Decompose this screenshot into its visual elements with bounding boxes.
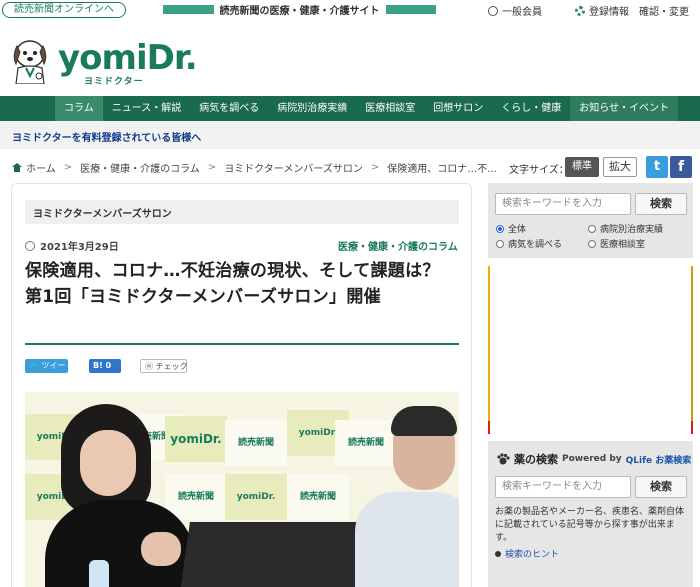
backdrop-tile: yomiDr. — [225, 474, 287, 520]
article-series-label: ヨミドクターメンバーズサロン — [33, 209, 172, 220]
site-search-input[interactable]: 検索キーワードを入力 — [495, 193, 631, 215]
powered-by-label: Powered by — [562, 454, 622, 464]
breadcrumb-salon[interactable]: ヨミドクターメンバーズサロン — [224, 160, 363, 175]
breadcrumb-column[interactable]: 医療・健康・介護のコラム — [80, 160, 200, 175]
article-photo: yomiDr. 読売新聞 yomiDr. 読売新聞 yomiDr. 読売新聞 読… — [25, 392, 459, 587]
logo-subtitle: ヨミドクター — [84, 77, 144, 87]
mixi-icon: ⓜ — [145, 362, 156, 371]
photo-man-body — [355, 492, 459, 587]
nav-salon[interactable]: 回想サロン — [424, 96, 492, 121]
text-size-label: 文字サイズ： — [509, 165, 569, 176]
radio-consultation-label: 医療相談室 — [600, 240, 646, 250]
tweet-button[interactable]: 🐦 ツイート — [25, 359, 74, 373]
check-label: チェック — [155, 362, 188, 371]
article-category-link[interactable]: 医療・健康・介護のコラム — [338, 238, 458, 253]
radio-icon — [588, 224, 596, 233]
title-divider — [25, 343, 459, 345]
photo-woman-face — [80, 430, 136, 496]
article-date-text: 2021年3月29日 — [40, 242, 119, 253]
text-size-standard-button[interactable]: 標準 — [565, 157, 599, 177]
ad-banner[interactable] — [488, 266, 693, 434]
twitter-bird-icon: 🐦 — [29, 361, 42, 370]
bullet-icon — [495, 550, 501, 557]
site-search-button[interactable]: 検索 — [635, 193, 687, 215]
nav-notices-events[interactable]: お知らせ・イベント — [570, 96, 679, 121]
tagline-text: 読売新聞の医療・健康・介護サイト — [219, 5, 380, 17]
backdrop-tile: 読売新聞 — [335, 420, 397, 466]
member-link[interactable]: 一般会員 — [488, 3, 542, 18]
home-icon — [12, 163, 22, 172]
nav-life-health[interactable]: くらし・健康 — [492, 96, 570, 121]
radio-disease-label: 病気を調べる — [508, 240, 563, 250]
text-size-large-button[interactable]: 拡大 — [603, 157, 637, 177]
breadcrumb-separator: > — [207, 162, 217, 173]
backdrop-tile: 読売新聞 — [165, 474, 227, 520]
user-icon — [488, 5, 498, 16]
article-title: 保険適用、コロナ…不妊治療の現状、そして課題は？ 第1回「ヨミドクターメンバーズ… — [25, 261, 458, 307]
radio-selected-icon — [496, 224, 504, 233]
breadcrumb-separator: > — [63, 162, 73, 173]
photo-hand — [141, 532, 181, 566]
tagline-bar-left — [163, 4, 214, 14]
tweet-label: ツイート — [41, 361, 74, 370]
nav-column[interactable]: コラム — [55, 96, 103, 121]
mixi-check-button[interactable]: ⓜ チェック — [140, 359, 188, 373]
yomiuri-online-button[interactable]: 読売新聞オンラインへ — [2, 2, 126, 18]
drug-search-heading: 薬の検索 Powered by QLife お薬検索 — [496, 451, 691, 467]
paid-members-link[interactable]: ヨミドクターを有料登録されている皆様へ — [12, 129, 201, 144]
nav-consultation[interactable]: 医療相談室 — [356, 96, 424, 121]
member-label: 一般会員 — [502, 7, 542, 18]
nav-disease[interactable]: 病気を調べる — [190, 96, 268, 121]
radio-hospital-results[interactable]: 病院別治療実績 — [588, 222, 663, 235]
drug-search-description: お薬の製品名やメーカー名、疾患名、薬剤自体に記載されている記号等から探す事が出来… — [495, 507, 685, 543]
breadcrumb-home[interactable]: ホーム — [26, 160, 56, 175]
search-hint-link[interactable]: 検索のヒント — [495, 547, 559, 560]
backdrop-tile: 読売新聞 — [287, 474, 349, 520]
hatena-bookmark-button[interactable]: B! 0 — [89, 359, 121, 373]
breadcrumb-separator: > — [370, 162, 380, 173]
backdrop-tile: 読売新聞 — [225, 420, 287, 466]
radio-consultation[interactable]: 医療相談室 — [588, 237, 645, 250]
photo-man-hair — [391, 406, 457, 436]
breadcrumb-current: 保険適用、コロナ…不... — [387, 164, 497, 175]
facebook-icon[interactable]: f — [670, 156, 692, 178]
twitter-icon[interactable]: t — [646, 156, 668, 178]
drug-search-button[interactable]: 検索 — [635, 476, 687, 498]
drug-search-input[interactable]: 検索キーワードを入力 — [495, 476, 631, 498]
nav-hospital-results[interactable]: 病院別治療実績 — [268, 96, 356, 121]
radio-icon — [588, 239, 596, 248]
radio-hospital-label: 病院別治療実績 — [600, 225, 664, 235]
site-tagline: 読売新聞の医療・健康・介護サイト — [163, 2, 436, 17]
radio-disease[interactable]: 病気を調べる — [496, 237, 562, 250]
logo-wordmark: yomiDr. — [58, 38, 198, 78]
clock-icon — [25, 240, 35, 251]
main-nav: コラム ニュース・解説 病気を調べる 病院別治療実績 医療相談室 回想サロン く… — [0, 96, 700, 121]
gear-icon — [575, 5, 585, 16]
ad-banner-footer — [488, 421, 693, 434]
site-logo[interactable]: yomiDr. ヨミドクター — [10, 38, 198, 88]
doctor-dog-mascot-icon — [13, 40, 47, 84]
radio-all-label: 全体 — [508, 225, 527, 235]
backdrop-tile: yomiDr. — [165, 416, 227, 462]
breadcrumb: ホーム > 医療・健康・介護のコラム > ヨミドクターメンバーズサロン > 保険… — [12, 160, 497, 175]
photo-bottle — [89, 560, 109, 587]
search-hint-label: 検索のヒント — [505, 550, 560, 560]
article-date: 2021年3月29日 — [25, 238, 119, 253]
promo-strip: ヨミドクターを有料登録されている皆様へ — [0, 121, 700, 149]
settings-label: 登録情報 確認・変更 — [589, 7, 689, 18]
qlife-logo: QLife お薬検索 — [625, 455, 692, 466]
article-series-box: ヨミドクターメンバーズサロン — [25, 200, 459, 224]
drug-search-title: 薬の検索 — [514, 453, 558, 466]
account-settings-link[interactable]: 登録情報 確認・変更 — [575, 3, 689, 18]
radio-all[interactable]: 全体 — [496, 222, 526, 235]
utility-bar: 読売新聞オンラインへ 読売新聞の医療・健康・介護サイト 一般会員 登録情報 確認… — [0, 0, 700, 20]
nav-news[interactable]: ニュース・解説 — [103, 96, 191, 121]
radio-icon — [496, 239, 504, 248]
paw-icon — [497, 453, 510, 465]
tagline-bar-right — [385, 4, 436, 14]
